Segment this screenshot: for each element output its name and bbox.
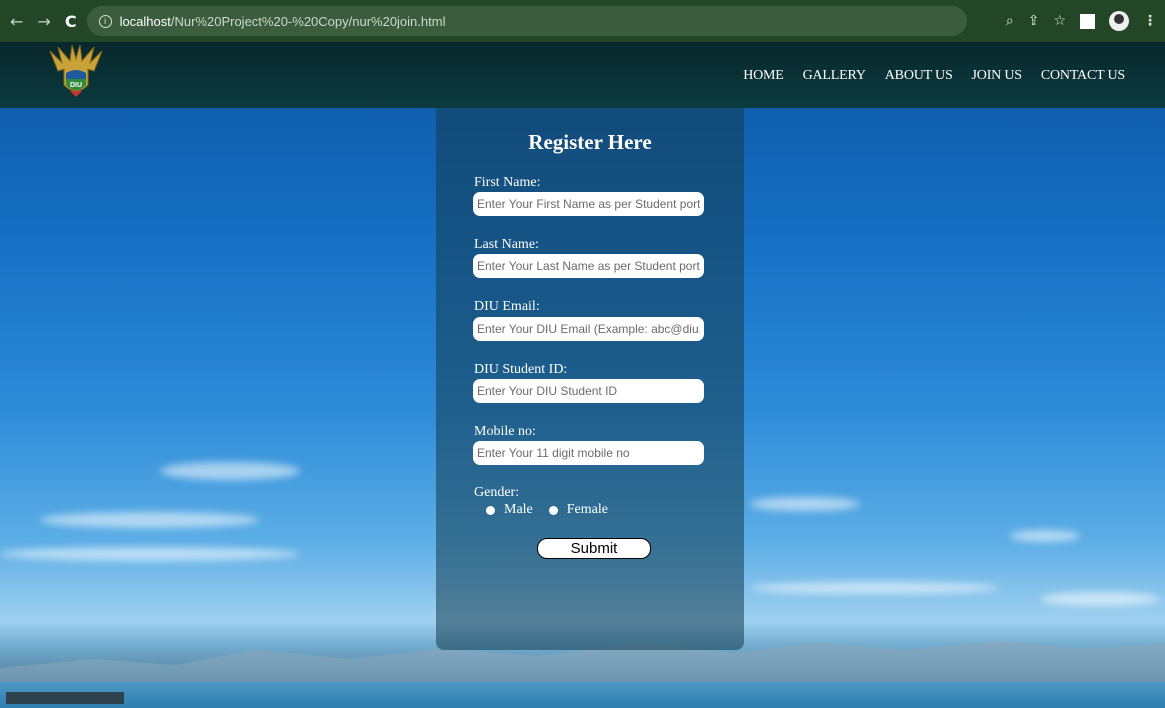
diu-logo[interactable]: DIU — [48, 44, 104, 101]
nav-contact-us[interactable]: CONTACT US — [1041, 68, 1125, 84]
url-path: /Nur%20Project%20-%20Copy/nur%20join.htm… — [170, 13, 446, 29]
cloud — [1040, 592, 1160, 606]
form-title: Register Here — [528, 130, 652, 154]
nav-home[interactable]: HOME — [743, 68, 784, 84]
first-name-input[interactable] — [473, 192, 704, 216]
browser-toolbar: ← → C i localhost/Nur%20Project%20-%20Co… — [0, 0, 1165, 42]
url-host: localhost — [119, 13, 171, 29]
mobile-input[interactable] — [473, 441, 704, 465]
info-icon[interactable]: i — [98, 14, 112, 28]
shore — [6, 692, 124, 704]
main-nav: HOME GALLERY ABOUT US JOIN US CONTACT US — [743, 68, 1125, 84]
first-name-label: First Name: — [474, 175, 541, 190]
eagle-logo-icon: DIU — [49, 44, 103, 97]
nav-about-us[interactable]: ABOUT US — [885, 68, 953, 84]
email-input[interactable] — [473, 317, 704, 341]
last-name-label: Last Name: — [474, 237, 539, 252]
back-icon[interactable]: ← — [10, 12, 23, 31]
cloud — [750, 497, 860, 511]
student-id-label: DIU Student ID: — [474, 362, 568, 377]
bookmark-star-icon[interactable]: ☆ — [1053, 13, 1066, 29]
forward-icon[interactable]: → — [37, 12, 50, 31]
zoom-icon[interactable]: ⌕ — [1006, 13, 1014, 29]
nav-join-us[interactable]: JOIN US — [972, 68, 1023, 84]
cloud — [750, 582, 1000, 594]
email-label: DIU Email: — [474, 299, 540, 314]
reload-icon[interactable]: C — [65, 12, 77, 31]
cloud — [0, 547, 300, 561]
mobile-label: Mobile no: — [474, 424, 536, 439]
cloud — [1010, 530, 1080, 542]
side-panel-icon[interactable] — [1080, 13, 1095, 29]
address-bar[interactable]: i localhost/Nur%20Project%20-%20Copy/nur… — [86, 6, 967, 36]
gender-label: Gender: — [474, 485, 520, 500]
svg-text:DIU: DIU — [70, 82, 82, 89]
share-icon[interactable]: ⇪ — [1028, 13, 1040, 29]
submit-button[interactable]: Submit — [537, 538, 651, 559]
nav-gallery[interactable]: GALLERY — [803, 68, 866, 84]
menu-icon[interactable]: ⋮ — [1143, 13, 1157, 29]
cloud — [160, 462, 300, 480]
male-radio-label: Male — [504, 502, 533, 517]
register-form: Register Here First Name: Last Name: DIU… — [436, 108, 744, 650]
female-radio-label: Female — [566, 502, 608, 517]
browser-nav: ← → C — [10, 12, 77, 31]
profile-avatar[interactable] — [1109, 11, 1129, 31]
last-name-input[interactable] — [473, 254, 704, 278]
female-radio[interactable] — [548, 505, 558, 515]
student-id-input[interactable] — [473, 379, 704, 403]
lake — [0, 682, 1165, 708]
page-background: DIU HOME GALLERY ABOUT US JOIN US CONTAC… — [0, 42, 1165, 708]
gender-radio-group: Male Female — [486, 502, 624, 518]
browser-actions: ⌕ ⇪ ☆ ⋮ — [1006, 0, 1157, 42]
site-header: DIU HOME GALLERY ABOUT US JOIN US CONTAC… — [0, 42, 1165, 108]
male-radio[interactable] — [486, 505, 495, 515]
cloud — [40, 512, 260, 528]
